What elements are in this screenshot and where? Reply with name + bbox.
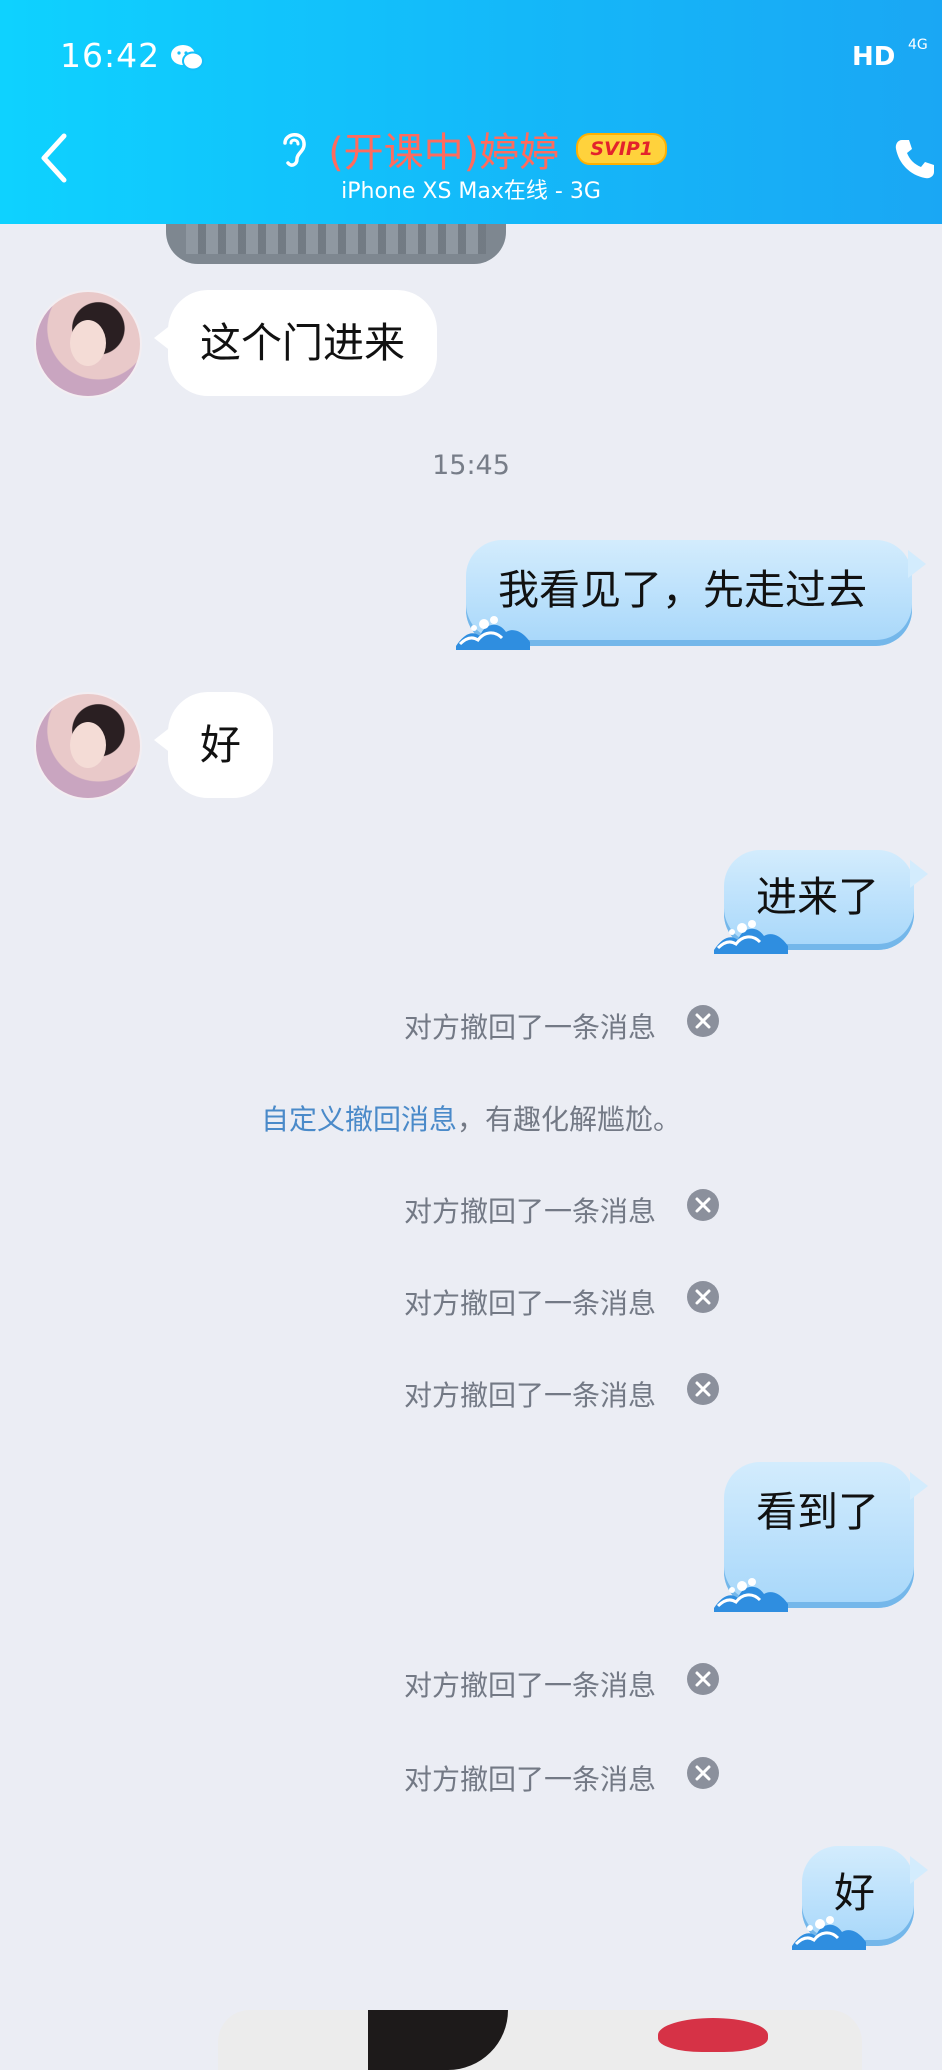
wave-icon <box>714 1578 788 1612</box>
wave-icon <box>456 616 530 650</box>
message-text: 好 <box>200 721 241 769</box>
incoming-message[interactable]: 好 <box>154 692 273 798</box>
svip-badge: SVIP1 <box>576 133 667 165</box>
close-icon[interactable] <box>686 1280 720 1314</box>
close-icon[interactable] <box>686 1188 720 1222</box>
message-list[interactable]: 这个门进来 15:45 我看见了，先走过去 好 进来了 对方撤回了一条消息 自定… <box>0 214 942 2070</box>
close-icon[interactable] <box>686 1372 720 1406</box>
close-icon[interactable] <box>686 1662 720 1696</box>
phone-icon[interactable] <box>892 136 938 182</box>
status-time: 16:42 <box>60 36 161 75</box>
ear-icon <box>283 133 306 167</box>
recall-text: 对方撤回了一条消息 <box>403 1287 656 1320</box>
chat-header: 16:42 HD 4G (开课中)婷婷 SVIP1 iPhone XS Max在… <box>0 0 942 224</box>
outgoing-message[interactable]: 进来了 <box>714 850 928 954</box>
title-row[interactable]: (开课中)婷婷 SVIP1 <box>0 120 942 178</box>
outgoing-message[interactable]: 好 <box>792 1846 928 1950</box>
hd-indicator: HD <box>852 42 896 72</box>
custom-recall-tip: 自定义撤回消息，有趣化解尴尬。 <box>0 1098 942 1138</box>
outgoing-message[interactable]: 看到了 <box>714 1462 928 1612</box>
recall-text: 对方撤回了一条消息 <box>403 1763 656 1796</box>
recall-text: 对方撤回了一条消息 <box>403 1669 656 1702</box>
message-text: 我看见了，先走过去 <box>498 566 867 614</box>
wechat-icon <box>171 45 204 71</box>
custom-recall-text: ，有趣化解尴尬。 <box>457 1103 682 1136</box>
wave-icon <box>714 920 788 954</box>
recall-text: 对方撤回了一条消息 <box>403 1379 656 1412</box>
avatar[interactable] <box>34 692 142 800</box>
status-bar: 16:42 HD 4G <box>0 0 942 110</box>
close-icon[interactable] <box>686 1756 720 1790</box>
incoming-message[interactable]: 这个门进来 <box>154 290 437 396</box>
message-timestamp: 15:45 <box>432 450 510 481</box>
message-text: 这个门进来 <box>200 319 405 367</box>
close-icon[interactable] <box>686 1004 720 1038</box>
custom-recall-link[interactable]: 自定义撤回消息 <box>261 1103 457 1136</box>
chat-title: (开课中)婷婷 <box>328 130 560 176</box>
avatar[interactable] <box>34 290 142 398</box>
outgoing-message[interactable]: 我看见了，先走过去 <box>456 540 926 650</box>
message-text: 看到了 <box>756 1488 879 1536</box>
network-indicator: 4G <box>908 37 928 53</box>
photo-lips <box>658 2018 768 2052</box>
wave-icon <box>792 1916 866 1950</box>
recall-text: 对方撤回了一条消息 <box>403 1195 656 1228</box>
image-message-partial[interactable] <box>218 2010 862 2070</box>
photo-hair <box>368 2010 508 2070</box>
online-status: iPhone XS Max在线 - 3G <box>341 179 601 204</box>
recall-text: 对方撤回了一条消息 <box>403 1011 656 1044</box>
